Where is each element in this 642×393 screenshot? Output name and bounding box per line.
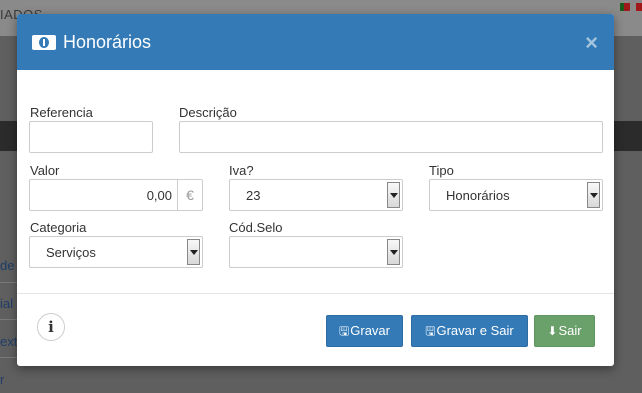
gravar-sair-button[interactable]: 🖫Gravar e Sair — [411, 315, 528, 347]
valor-input[interactable]: 0,00 € — [29, 179, 203, 211]
honorarios-dialog: Honorários × Referencia Descrição Valor … — [17, 14, 614, 366]
valor-label: Valor — [30, 163, 60, 178]
tipo-select[interactable]: Honorários — [429, 179, 603, 211]
info-button[interactable]: i — [37, 313, 65, 341]
dialog-header: Honorários × — [17, 14, 614, 70]
categoria-label: Categoria — [30, 220, 87, 235]
chevron-down-icon[interactable] — [187, 239, 200, 265]
save-icon: 🖫 — [339, 324, 350, 338]
portugal-flag-icon — [620, 3, 630, 11]
gravar-label: Gravar — [350, 323, 390, 338]
background-list-item: de — [0, 258, 15, 273]
background-list-item: ial — [0, 296, 14, 311]
background-list-item: ext — [0, 334, 18, 349]
save-exit-icon: 🖫 — [425, 324, 436, 338]
descricao-input[interactable] — [179, 121, 603, 153]
close-icon[interactable]: × — [585, 30, 598, 56]
descricao-label: Descrição — [179, 105, 237, 120]
categoria-value: Serviços — [46, 245, 96, 260]
background-divider — [0, 319, 18, 320]
valor-value: 0,00 — [146, 188, 172, 203]
euro-icon: € — [177, 180, 202, 210]
background-divider — [0, 282, 18, 283]
sair-label: Sair — [558, 323, 582, 338]
money-icon — [32, 35, 56, 50]
cod-selo-label: Cód.Selo — [229, 220, 283, 235]
iva-label: Iva? — [229, 163, 254, 178]
background-divider — [0, 357, 18, 358]
arrow-down-icon: ⬇ — [547, 324, 558, 338]
chevron-down-icon[interactable] — [587, 182, 600, 208]
footer-divider — [17, 293, 614, 294]
iva-select[interactable]: 23 — [229, 179, 403, 211]
categoria-select[interactable]: Serviços — [29, 236, 203, 268]
gravar-sair-label: Gravar e Sair — [436, 323, 514, 338]
cod-selo-select[interactable] — [229, 236, 403, 268]
dialog-title: Honorários — [63, 32, 152, 52]
tipo-value: Honorários — [446, 188, 510, 203]
tipo-label: Tipo — [429, 163, 454, 178]
gravar-button[interactable]: 🖫Gravar — [326, 315, 403, 347]
chevron-down-icon[interactable] — [387, 239, 400, 265]
chevron-down-icon[interactable] — [387, 182, 400, 208]
sair-button[interactable]: ⬇Sair — [534, 315, 595, 347]
referencia-input[interactable] — [29, 121, 153, 153]
iva-value: 23 — [246, 188, 261, 203]
flag-icon — [636, 3, 642, 11]
background-list-item: r — [0, 372, 5, 387]
referencia-label: Referencia — [30, 105, 93, 120]
